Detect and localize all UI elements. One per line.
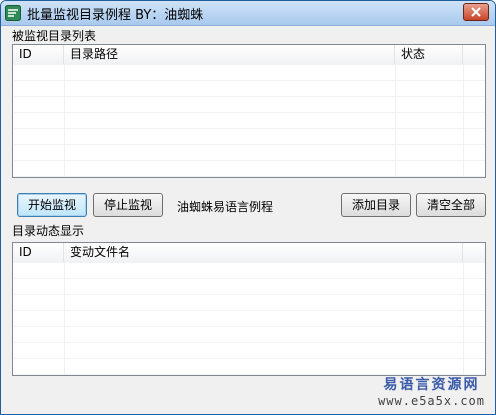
column-header-filler	[463, 45, 485, 64]
watermark-title: 易语言资源网	[383, 377, 480, 393]
watermark: 易语言资源网 www.e5a5x.com	[378, 374, 485, 408]
main-window: 批量监视目录例程 BY：油蜘蛛 被监视目录列表 ID 目录路径 状态 开始监视 …	[0, 0, 496, 415]
watched-dirs-list[interactable]: ID 目录路径 状态	[12, 44, 486, 178]
grid-line	[64, 262, 65, 375]
watched-dirs-grid	[13, 64, 485, 177]
stop-monitor-button[interactable]: 停止监视	[93, 193, 163, 217]
clear-all-button[interactable]: 清空全部	[416, 193, 486, 217]
grid-line	[463, 262, 464, 375]
caption-text: 油蜘蛛易语言例程	[177, 200, 274, 214]
dir-activity-grid	[13, 262, 485, 375]
close-icon	[471, 7, 481, 17]
watched-dirs-header: ID 目录路径 状态	[13, 45, 485, 65]
start-monitor-button[interactable]: 开始监视	[17, 193, 87, 217]
column-header-status[interactable]: 状态	[395, 45, 463, 64]
dir-activity-label: 目录动态显示	[12, 224, 85, 238]
column-header-id[interactable]: ID	[13, 243, 64, 262]
watermark-url: www.e5a5x.com	[378, 394, 485, 408]
grid-line	[463, 64, 464, 177]
add-directory-button[interactable]: 添加目录	[341, 193, 411, 217]
close-button[interactable]	[463, 3, 489, 21]
grid-line	[395, 64, 396, 177]
window-title: 批量监视目录例程 BY：油蜘蛛	[27, 8, 204, 23]
app-icon	[5, 5, 21, 21]
dir-activity-header: ID 变动文件名	[13, 243, 485, 263]
title-bar[interactable]: 批量监视目录例程 BY：油蜘蛛	[1, 1, 495, 26]
grid-line	[64, 64, 65, 177]
watched-dirs-label: 被监视目录列表	[12, 29, 97, 43]
column-header-filler	[463, 243, 485, 262]
column-header-path[interactable]: 目录路径	[64, 45, 395, 64]
column-header-filename[interactable]: 变动文件名	[64, 243, 463, 262]
column-header-id[interactable]: ID	[13, 45, 64, 64]
dir-activity-list[interactable]: ID 变动文件名	[12, 242, 486, 376]
